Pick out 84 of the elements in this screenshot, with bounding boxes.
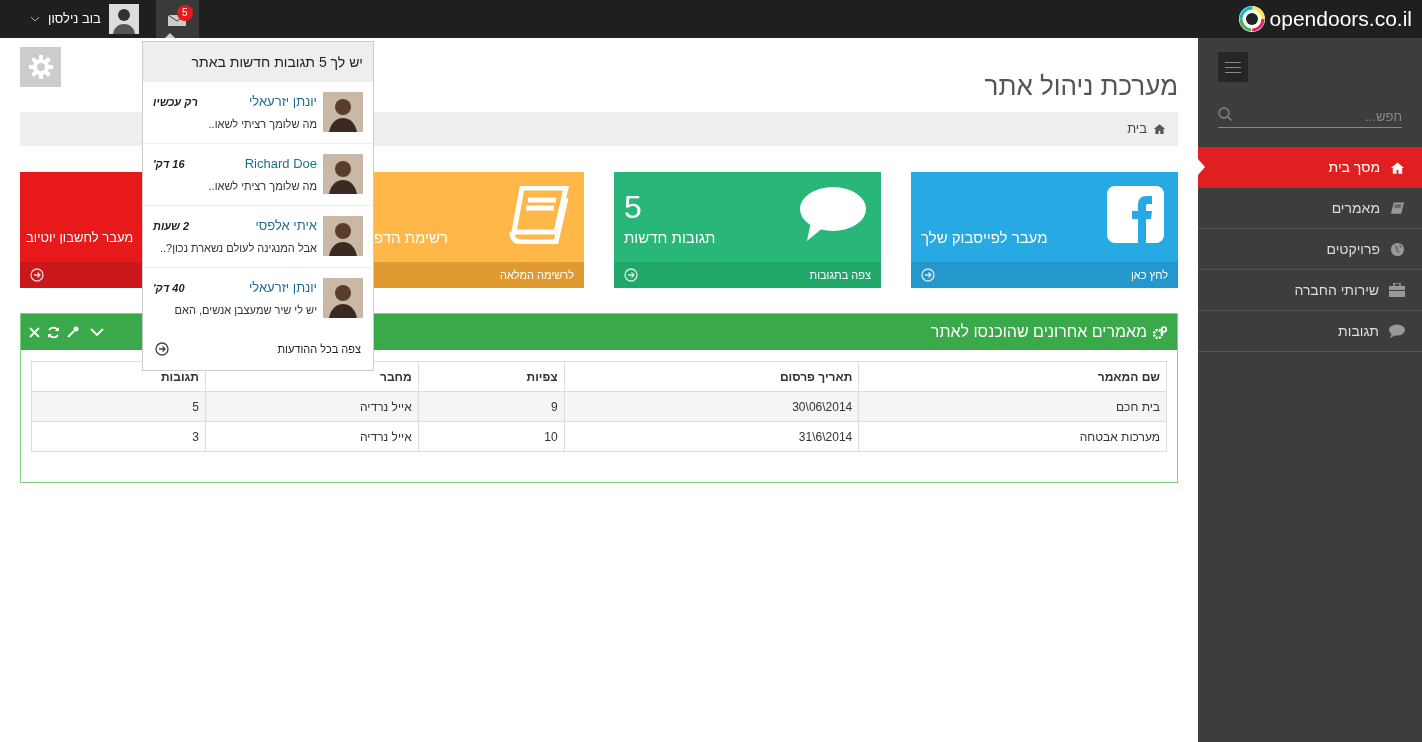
table-cell: 10 bbox=[418, 421, 565, 452]
avatar-icon bbox=[323, 92, 363, 132]
home-icon bbox=[1153, 123, 1166, 135]
refresh-icon bbox=[47, 325, 60, 339]
table-cell: בית חכם bbox=[858, 391, 1167, 422]
search-field[interactable]: חפש... bbox=[1218, 106, 1402, 128]
notification-time: 40 דק' bbox=[153, 280, 185, 296]
tile-title: תגובות חדשות bbox=[624, 228, 716, 248]
arrow-circle-icon bbox=[30, 268, 44, 282]
table-cell: 9 bbox=[418, 391, 565, 422]
menu-button[interactable] bbox=[1218, 52, 1248, 82]
table-cell: מערכות אבטחה bbox=[858, 421, 1167, 452]
wrench-icon bbox=[67, 326, 79, 338]
tile-footer-link[interactable]: צפה בתגובות bbox=[809, 266, 871, 284]
table-cell: 2014\6\31 bbox=[564, 421, 859, 452]
sidebar-item[interactable]: מסך בית bbox=[1198, 147, 1422, 188]
logo-text: opendoors.co.il bbox=[1269, 6, 1412, 33]
notifications-button[interactable]: 5 bbox=[155, 0, 199, 38]
logo-icon bbox=[1237, 5, 1266, 33]
cogs-icon bbox=[1153, 325, 1167, 339]
notification-message: אבל המנגינה לעולם נשארת נכון?.. bbox=[158, 240, 317, 256]
table-cell: אייל נרדיה bbox=[205, 421, 419, 452]
avatar-icon bbox=[108, 4, 139, 34]
avatar-icon bbox=[323, 278, 363, 318]
avatar-icon bbox=[323, 154, 363, 194]
notification-item[interactable]: יונתן יזרעאלי רק עכשיו מה שלומך רציתי לשאו.. bbox=[143, 82, 373, 144]
book-icon bbox=[1390, 201, 1405, 215]
arrow-circle-icon bbox=[624, 268, 638, 282]
sidebar-item[interactable]: מאמרים bbox=[1198, 188, 1422, 229]
breadcrumb-link[interactable]: בית bbox=[1127, 119, 1147, 139]
notification-message: יש לי שיר שמעצבן אנשים, האם bbox=[173, 302, 317, 318]
comment-icon bbox=[1389, 324, 1405, 338]
notification-message: מה שלומך רציתי לשאו.. bbox=[207, 116, 317, 132]
dropdown-title: יש לך 5 תגובות חדשות באתר bbox=[191, 52, 363, 72]
close-button[interactable] bbox=[29, 326, 40, 338]
notification-item[interactable]: איתי אלפסי 2 שעות אבל המנגינה לעולם נשארת נכון?.. bbox=[143, 206, 373, 268]
sidebar-item[interactable]: שירותי החברה bbox=[1198, 270, 1422, 311]
book-icon bbox=[508, 186, 570, 244]
table-cell: 5 bbox=[31, 391, 206, 422]
tile-count: 5 bbox=[624, 188, 642, 226]
chevron-down-icon bbox=[30, 16, 40, 22]
tile-title: מעבר לחשבון יוטיוב bbox=[26, 229, 134, 247]
sidebar-item[interactable]: תגובות bbox=[1198, 311, 1422, 352]
tile-footer-link[interactable]: לחץ כאן bbox=[1131, 266, 1168, 284]
avatar-icon bbox=[323, 216, 363, 256]
stat-tile[interactable]: מעבר לפייסבוק שלך לחץ כאן bbox=[911, 172, 1178, 288]
sender-name[interactable]: Richard Doe bbox=[244, 154, 317, 174]
arrow-circle-icon bbox=[155, 342, 169, 356]
notification-count-badge: 5 bbox=[176, 5, 193, 21]
column-header: תאריך פרסום bbox=[564, 361, 859, 392]
table-cell: אייל נרדיה bbox=[205, 391, 419, 422]
settings-icon bbox=[27, 54, 54, 80]
notification-time: 2 שעות bbox=[153, 218, 190, 234]
column-header: צפיות bbox=[418, 361, 565, 392]
settings-button[interactable] bbox=[67, 326, 79, 338]
column-header: שם המאמר bbox=[858, 361, 1167, 392]
briefcase-icon bbox=[1389, 283, 1405, 297]
tile-title: רשימת הדפ bbox=[374, 228, 448, 248]
tile-title: מעבר לפייסבוק שלך bbox=[921, 228, 1048, 248]
speech-bubble-icon bbox=[799, 186, 867, 242]
active-indicator bbox=[1198, 159, 1205, 175]
collapse-button[interactable] bbox=[90, 327, 104, 337]
close-icon bbox=[29, 326, 40, 338]
arrow-circle-icon bbox=[921, 268, 935, 282]
notification-message: מה שלומך רציתי לשאו.. bbox=[207, 178, 317, 194]
search-icon bbox=[1218, 107, 1232, 121]
table-cell: 2014\06\30 bbox=[564, 391, 859, 422]
chevron-down-icon bbox=[90, 327, 104, 337]
menu-icon bbox=[1225, 61, 1241, 73]
sidebar-item[interactable]: פרויקטים bbox=[1198, 229, 1422, 270]
page-title: מערכת ניהול אתר bbox=[984, 70, 1178, 102]
widget-title: מאמרים אחרונים שהוכנסו לאתר bbox=[930, 322, 1147, 342]
sender-name[interactable]: איתי אלפסי bbox=[255, 216, 317, 236]
globe-icon bbox=[1390, 241, 1405, 257]
table-cell: 3 bbox=[31, 421, 206, 452]
home-icon bbox=[1390, 160, 1405, 175]
notification-time: 16 דק' bbox=[153, 156, 185, 172]
settings-button[interactable] bbox=[20, 47, 61, 87]
sender-name[interactable]: יונתן יזרעאלי bbox=[248, 92, 317, 112]
refresh-button[interactable] bbox=[47, 325, 60, 339]
notification-time: רק עכשיו bbox=[153, 94, 198, 110]
facebook-icon bbox=[1107, 186, 1164, 243]
user-menu[interactable]: בוב נילסון bbox=[30, 0, 139, 38]
sender-name[interactable]: יונתן יזרעאלי bbox=[248, 278, 317, 298]
